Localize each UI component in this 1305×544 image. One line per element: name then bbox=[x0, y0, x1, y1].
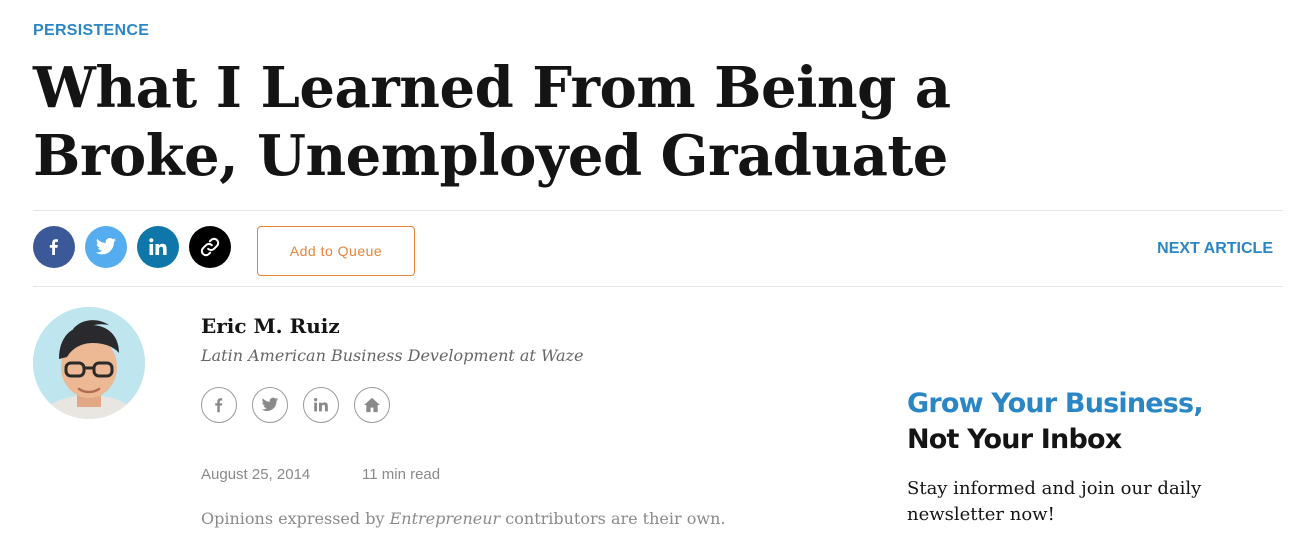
article-headline: What I Learned From Being a Broke, Unemp… bbox=[33, 55, 951, 189]
author-website-link[interactable] bbox=[354, 387, 390, 423]
twitter-share-button[interactable] bbox=[85, 226, 127, 268]
twitter-icon bbox=[95, 238, 117, 255]
author-avatar[interactable] bbox=[33, 307, 145, 419]
linkedin-icon bbox=[313, 397, 328, 412]
publication-name: Entrepreneur bbox=[389, 509, 501, 528]
facebook-share-button[interactable] bbox=[33, 226, 75, 268]
linkedin-icon bbox=[149, 238, 167, 255]
author-linkedin-link[interactable] bbox=[303, 387, 339, 423]
twitter-icon bbox=[261, 397, 279, 411]
facebook-icon bbox=[215, 398, 223, 413]
home-icon bbox=[364, 397, 380, 413]
author-name[interactable]: Eric M. Ruiz bbox=[201, 314, 340, 338]
disclaimer-suffix: contributors are their own. bbox=[500, 509, 726, 528]
author-title: Latin American Business Development at W… bbox=[201, 346, 584, 365]
add-to-queue-button[interactable]: Add to Queue bbox=[257, 226, 415, 276]
copy-link-button[interactable] bbox=[189, 226, 231, 268]
newsletter-headline-2: Not Your Inbox bbox=[907, 424, 1122, 455]
divider-bottom bbox=[33, 286, 1283, 287]
linkedin-share-button[interactable] bbox=[137, 226, 179, 268]
facebook-icon bbox=[49, 239, 58, 255]
link-icon bbox=[200, 237, 220, 257]
article-category[interactable]: PERSISTENCE bbox=[33, 22, 149, 40]
contributor-disclaimer: Opinions expressed by Entrepreneur contr… bbox=[201, 509, 725, 528]
author-facebook-link[interactable] bbox=[201, 387, 237, 423]
divider-top bbox=[33, 210, 1283, 211]
share-bar bbox=[33, 226, 231, 268]
author-twitter-link[interactable] bbox=[252, 387, 288, 423]
next-article-link[interactable]: NEXT ARTICLE bbox=[1157, 240, 1273, 258]
disclaimer-prefix: Opinions expressed by bbox=[201, 509, 390, 528]
read-time: 11 min read bbox=[362, 466, 441, 483]
publish-date: August 25, 2014 bbox=[201, 466, 311, 483]
author-social-links bbox=[201, 387, 390, 423]
newsletter-text: Stay informed and join our daily newslet… bbox=[907, 478, 1202, 525]
newsletter-headline-1: Grow Your Business, bbox=[907, 388, 1204, 419]
newsletter-promo: Grow Your Business, Not Your Inbox Stay … bbox=[907, 386, 1237, 528]
